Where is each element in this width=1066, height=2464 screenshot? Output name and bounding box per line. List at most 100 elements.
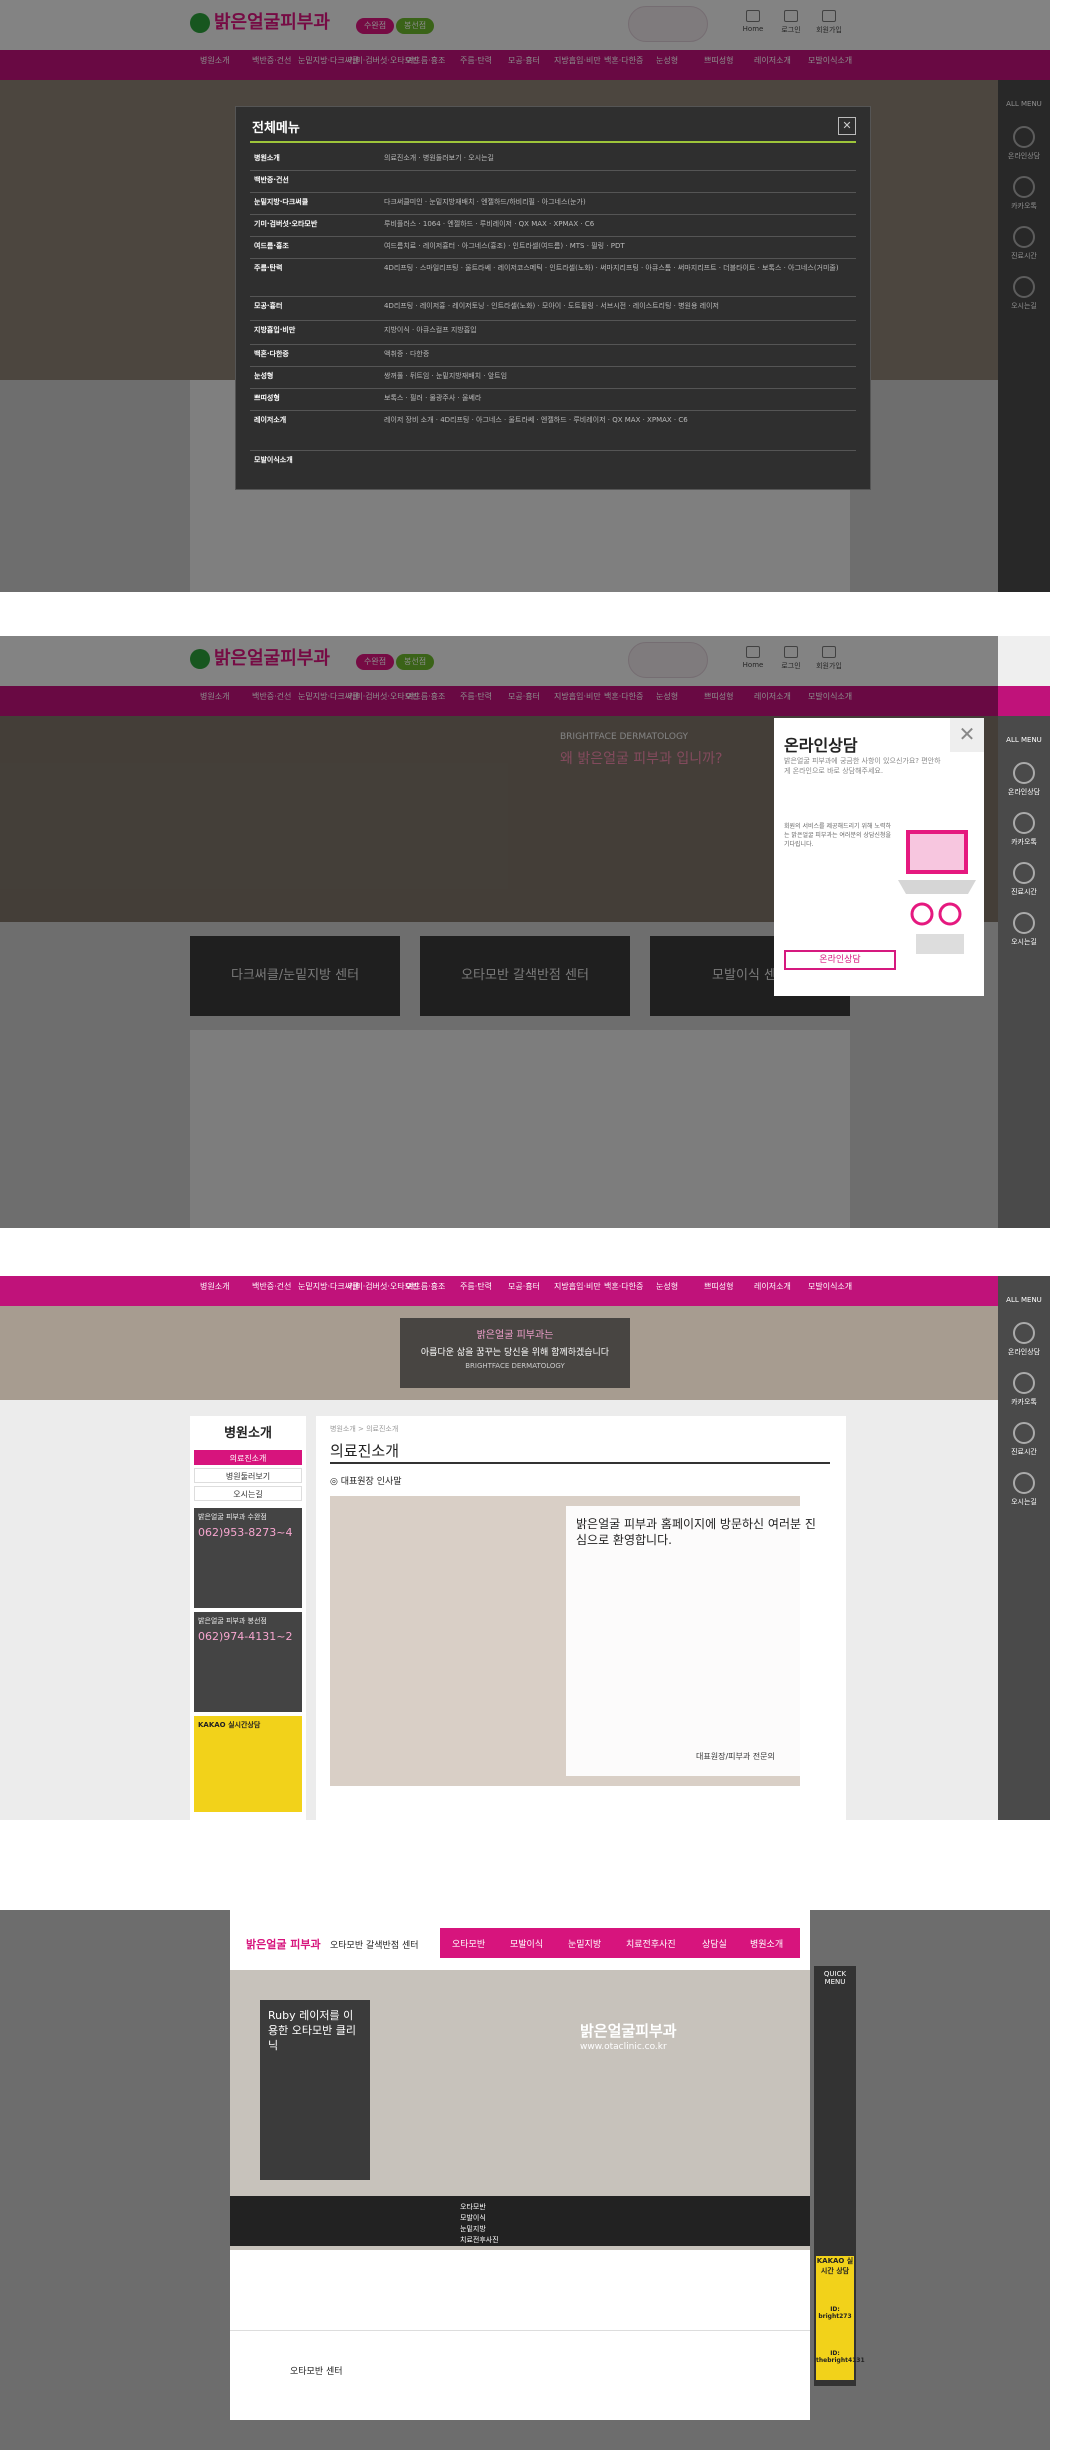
- content: 병원소개 > 의료진소개 의료진소개 ◎ 대표원장 인사말 밝은얼굴 피부과 홈…: [316, 1416, 846, 1820]
- mouse-icon: [1013, 1322, 1035, 1344]
- side-item-map[interactable]: 오시는길: [998, 912, 1050, 947]
- nav-item[interactable]: 지방흡입·비만: [554, 1282, 601, 1291]
- kakao-title: KAKAO 실시간상담: [198, 1721, 261, 1729]
- ota-center-name: 오타모반 갈색반점 센터: [330, 1941, 419, 1951]
- lnb-item[interactable]: 병원둘러보기: [194, 1468, 302, 1483]
- left-nav: 병원소개 의료진소개 병원둘러보기 오시는길 밝은얼굴 피부과 수완점 062)…: [190, 1416, 306, 1820]
- ota-nav-item[interactable]: 상담실: [702, 1937, 727, 1950]
- ota-nav: 오타모반 모발이식 눈밑지방 치료전후사진 상담실 병원소개: [440, 1928, 800, 1958]
- consult-button[interactable]: 온라인상담: [784, 950, 896, 970]
- clock-icon: [1013, 1422, 1035, 1444]
- sub-visual-box: 밝은얼굴 피부과는 아름다운 삶을 꿈꾸는 당신을 위해 함께하겠습니다 BRI…: [400, 1318, 630, 1388]
- ota-visual-title: Ruby 레이저를 이용한 오타모반 클리닉: [260, 2000, 370, 2180]
- ota-quicklist: 오타모반 모발이식 눈밑지방 치료전후사진: [230, 2196, 810, 2246]
- map-icon: [1013, 1472, 1035, 1494]
- side-item-consult[interactable]: 온라인상담: [998, 1322, 1050, 1357]
- menu-row[interactable]: 병원소개 의료진소개 · 병원둘러보기 · 오시는길: [250, 149, 856, 171]
- laptop-illustration: [898, 830, 976, 954]
- sub-visual-title: 밝은얼굴 피부과는: [476, 1330, 554, 1341]
- page-title: 의료진소개: [330, 1442, 400, 1460]
- bongseon-info: 밝은얼굴 피부과 봉선점 062)974-4131~2: [194, 1612, 302, 1712]
- screen-subpage: 병원소개 백반증·건선 눈밑지방·다크써클 기미·검버섯·오타모반 여드름·흉조…: [0, 1276, 1050, 1820]
- map-icon: [1013, 912, 1035, 934]
- ota-nav-item[interactable]: 눈밑지방: [568, 1937, 601, 1950]
- nav-item[interactable]: 백반증·건선: [252, 1282, 291, 1291]
- menu-row[interactable]: 기미·검버섯·오타모반 루비플러스 · 1064 · 엔젤하드 · 루비레이저 ·…: [250, 215, 856, 237]
- sub-visual: 밝은얼굴 피부과는 아름다운 삶을 꿈꾸는 당신을 위해 함께하겠습니다 BRI…: [0, 1306, 1050, 1400]
- nav-item[interactable]: 병원소개: [200, 1282, 229, 1291]
- ota-kakao-box[interactable]: KAKAO 실시간 상담 ID: bright273 ID: thebright…: [816, 2256, 865, 2380]
- ota-nav-item[interactable]: 치료전후사진: [626, 1937, 676, 1950]
- menu-row[interactable]: 모공·흉터 4D리프팅 · 레이저흉 · 레이저토닝 · 인트라셀(노화) · 모…: [250, 297, 856, 321]
- ota-nav-item[interactable]: 모발이식: [510, 1937, 543, 1950]
- ota-brand: 밝은얼굴피부과: [580, 2022, 677, 2040]
- nav-item[interactable]: 레이저소개: [754, 1282, 791, 1291]
- menu-row[interactable]: 모발이식소개: [250, 451, 856, 475]
- menu-row[interactable]: 백혼·다한증 액취증 · 다한증: [250, 345, 856, 367]
- ota-list-item[interactable]: 모발이식: [460, 2213, 486, 2223]
- quick-menu-title: QUICK MENU: [823, 1970, 847, 1986]
- side-item-kakao[interactable]: 카카오톡: [998, 1372, 1050, 1407]
- consult-body: 회원의 서비스를 제공해드리기 위해 노력하는 밝은얼굴 피부과는 여러분의 상…: [784, 823, 891, 848]
- suwan-info: 밝은얼굴 피부과 수완점 062)953-8273~4: [194, 1508, 302, 1608]
- all-menu-button[interactable]: ALL MENU: [998, 1296, 1050, 1304]
- ota-list-item[interactable]: 눈밑지방: [460, 2224, 486, 2234]
- screen-consult-popup: 밝은얼굴피부과 수완점 봉선점 Home 로그인 회원가입 병원소개 백반증·건…: [0, 636, 1050, 1228]
- ota-nav-item[interactable]: 오타모반: [452, 1937, 485, 1950]
- nav-item[interactable]: 백혼·다한증: [604, 1282, 643, 1291]
- mouse-icon: [1013, 762, 1035, 784]
- side-menu: ALL MENU 온라인상담 카카오톡 진료시간 오시는길: [998, 716, 1050, 1228]
- lnb-title: 병원소개: [224, 1426, 272, 1441]
- clock-icon: [1013, 862, 1035, 884]
- full-menu-title: 전체메뉴: [252, 121, 300, 136]
- suwan-title: 밝은얼굴 피부과 수완점: [198, 1513, 267, 1521]
- greeting-title: 밝은얼굴 피부과 홈페이지에 방문하신 여러분 진심으로 환영합니다.: [576, 1517, 816, 1547]
- side-item-map[interactable]: 오시는길: [998, 1472, 1050, 1507]
- divider: [250, 141, 856, 143]
- suwan-tel: 062)953-8273~4: [198, 1526, 293, 1539]
- screen-ota-center: 밝은얼굴 피부과 오타모반 갈색반점 센터 오타모반 모발이식 눈밑지방 치료전…: [0, 1910, 1050, 2450]
- nav-item[interactable]: 눈성형: [656, 1282, 678, 1291]
- nav-item[interactable]: 쁘띠성형: [704, 1282, 733, 1291]
- kakao-box[interactable]: KAKAO 실시간상담: [194, 1716, 302, 1812]
- screen-full-menu: 밝은얼굴피부과 수완점 봉선점 Home 로그인 회원가입 병원소개 백반증·건…: [0, 0, 1050, 592]
- close-icon[interactable]: ✕: [838, 117, 856, 135]
- side-item-hours[interactable]: 진료시간: [998, 862, 1050, 897]
- ota-kakao-id2: ID: thebright4131: [816, 2350, 865, 2364]
- lnb-item[interactable]: 오시는길: [194, 1486, 302, 1501]
- nav-item[interactable]: 여드름·흉조: [406, 1282, 445, 1291]
- sub-visual-text: 아름다운 삶을 꿈꾸는 당신을 위해 함께하겠습니다: [420, 1348, 610, 1358]
- menu-row[interactable]: 레이저소개 레이저 장비 소개 · 4D리프팅 · 아그네스 · 울트라쎄 · 엔…: [250, 411, 856, 451]
- ota-kakao-id1: ID: bright273: [818, 2306, 852, 2320]
- menu-row[interactable]: 눈밑지방·다크써클 다크써클미인 · 눈밑지방재배치 · 엔젤하드/하비리필 · …: [250, 193, 856, 215]
- ota-page: 밝은얼굴 피부과 오타모반 갈색반점 센터 오타모반 모발이식 눈밑지방 치료전…: [230, 1910, 810, 2420]
- side-item-consult[interactable]: 온라인상담: [998, 762, 1050, 797]
- all-menu-button[interactable]: ALL MENU: [998, 736, 1050, 744]
- ota-nav-item[interactable]: 병원소개: [750, 1937, 783, 1950]
- ota-list-item[interactable]: 오타모반: [460, 2202, 486, 2212]
- menu-row[interactable]: 지방흡입·비만 지방이식 · 아큐스컬프 지방흡입: [250, 321, 856, 345]
- menu-row[interactable]: 주름·탄력 4D리프팅 · 스마일리프팅 · 울트라쎄 · 레이저코스메틱 · 인…: [250, 259, 856, 297]
- menu-row[interactable]: 눈성형 쌍꺼풀 · 뒤트임 · 눈밑지방재배치 · 앞트임: [250, 367, 856, 389]
- main-nav: 병원소개 백반증·건선 눈밑지방·다크써클 기미·검버섯·오타모반 여드름·흉조…: [0, 1276, 1050, 1306]
- ota-list-item[interactable]: 치료전후사진: [460, 2235, 499, 2245]
- consult-subtitle: 밝은얼굴 피부과에 궁금한 사항이 있으신가요? 편안하게 온라인으로 바로 상…: [784, 757, 941, 775]
- menu-row[interactable]: 백반증·건선: [250, 171, 856, 193]
- ota-url[interactable]: www.otaclinic.co.kr: [580, 2042, 667, 2052]
- side-item-hours[interactable]: 진료시간: [998, 1422, 1050, 1457]
- menu-row[interactable]: 쁘띠성형 보톡스 · 필러 · 물광주사 · 울쎄라: [250, 389, 856, 411]
- consult-title: 온라인상담: [784, 736, 858, 755]
- lnb-item[interactable]: 의료진소개: [194, 1450, 302, 1465]
- side-menu: ALL MENU 온라인상담 카카오톡 진료시간 오시는길: [998, 1276, 1050, 1820]
- breadcrumb: 병원소개 > 의료진소개: [330, 1425, 399, 1433]
- signature-label: 대표원장/피부과 전문의: [696, 1752, 775, 1761]
- nav-item[interactable]: 모공·흉터: [508, 1282, 540, 1291]
- ota-logo[interactable]: 밝은얼굴 피부과: [246, 1936, 321, 1952]
- nav-item[interactable]: 모발이식소개: [808, 1282, 852, 1291]
- nav-item[interactable]: 주름·탄력: [460, 1282, 492, 1291]
- side-item-kakao[interactable]: 카카오톡: [998, 812, 1050, 847]
- close-icon[interactable]: ✕: [950, 718, 984, 752]
- bongseon-tel: 062)974-4131~2: [198, 1630, 293, 1643]
- menu-row[interactable]: 여드름·흉조 여드름치료 · 레이저흉터 · 아그네스(흉조) · 인트라셀(여드…: [250, 237, 856, 259]
- section-title: ◎ 대표원장 인사말: [330, 1477, 402, 1487]
